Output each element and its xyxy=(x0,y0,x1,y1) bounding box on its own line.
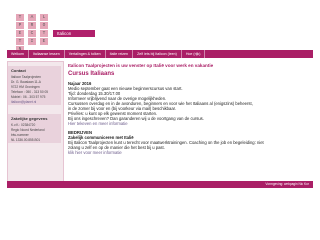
gegevens-line: NL 1336.00.855.B01 xyxy=(11,138,41,142)
logo-cell: A xyxy=(28,14,36,21)
brand-badge: Italicon xyxy=(53,30,95,37)
logo-cell: E xyxy=(16,30,24,37)
contact-panel: Contact Italicon Taalprojecten Dr. G. Bo… xyxy=(8,66,61,105)
gegevens-title: Zakelijke gegevens xyxy=(11,116,48,121)
page-title: Italicon Taalprojecten is uw venster op … xyxy=(68,63,214,68)
logo-cell: T xyxy=(40,30,48,37)
logo-cell: P xyxy=(16,22,24,29)
logo-cell: T xyxy=(16,14,24,21)
logo-cell: C xyxy=(28,30,36,37)
logo-cell: E xyxy=(40,38,48,45)
nav-item-welkom[interactable]: Welkom xyxy=(7,50,29,58)
brand-name: Italicon xyxy=(53,30,95,37)
nav-item-hoe[interactable]: Hoe (rijk) xyxy=(182,50,206,58)
logo-cell: L xyxy=(40,14,48,21)
logo-cell: O xyxy=(40,22,48,29)
course-title: Cursus Italiaans xyxy=(68,71,115,77)
logo-cell: I xyxy=(28,38,36,45)
logo-cell: T xyxy=(16,38,24,45)
nav-item-vertalingen[interactable]: Vertalingen & tolken xyxy=(65,50,106,58)
bedrijven-more-link[interactable]: klik hier voor meer informatie xyxy=(68,150,313,155)
logo-grid: T A L P R O E C T T I E N xyxy=(16,14,56,53)
nav-item-italie-reizen[interactable]: Italie reizen xyxy=(106,50,134,58)
logo: T A L P R O E C T T I E N xyxy=(16,14,56,53)
nav-item-zelf[interactable]: Zelf iets bij Italicon (leen) xyxy=(133,50,182,58)
footer-credit[interactable]: Vormgeving: webpagin Nic Kor xyxy=(265,181,309,188)
nav-item-lessen[interactable]: Italiaanse lessen xyxy=(29,50,65,58)
main-content: Italicon Taalprojecten is uw venster op … xyxy=(68,63,313,155)
main-nav: Welkom Italiaanse lessen Vertalingen & t… xyxy=(7,50,313,58)
logo-cell: R xyxy=(28,22,36,29)
contact-email-link[interactable]: italicon@planet.nl xyxy=(11,100,61,105)
footer-bar: Vormgeving: webpagin Nic Kor xyxy=(7,181,313,188)
contact-title: Contact xyxy=(11,68,26,73)
zakelijke-gegevens-panel: Zakelijke gegevens K.v.K.: 02384720 Regi… xyxy=(8,114,61,143)
